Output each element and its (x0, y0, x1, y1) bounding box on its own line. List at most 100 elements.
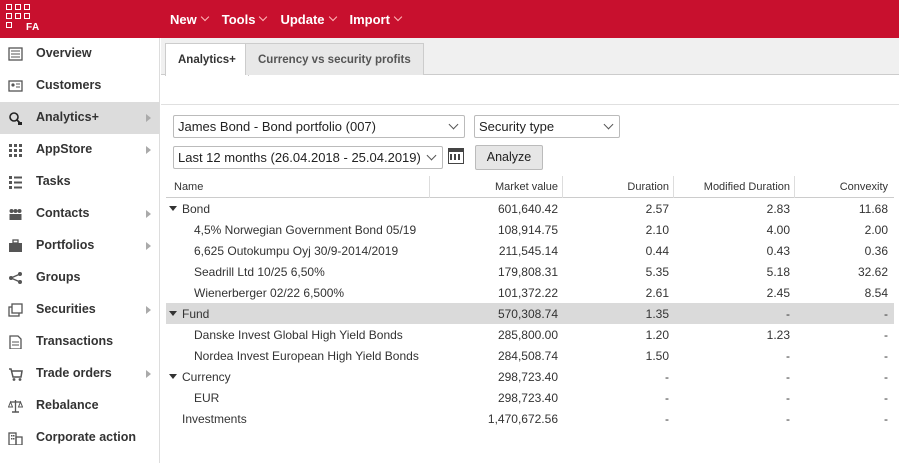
row-modified-duration: 0.43 (766, 244, 790, 258)
table-row[interactable]: EUR 298,723.40 - - - (166, 387, 894, 408)
row-duration: 2.57 (645, 202, 669, 216)
portfolio-select[interactable]: James Bond - Bond portfolio (007) (173, 115, 465, 138)
rebalance-icon (8, 400, 23, 413)
chevron-right-icon (146, 242, 151, 250)
transactions-icon (9, 335, 22, 349)
row-market-value: 1,470,672.56 (487, 412, 558, 426)
column-header-market-value[interactable]: Market value (495, 181, 558, 193)
sidebar-item-tasks[interactable]: Tasks (0, 166, 159, 198)
row-convexity: - (884, 349, 888, 363)
row-duration: 1.50 (645, 349, 669, 363)
table-group-row[interactable]: Fund 570,308.74 1.35 - - (166, 303, 894, 324)
groups-icon (9, 272, 22, 284)
tab-analytics-plus[interactable]: Analytics+ (165, 43, 249, 76)
column-header-name[interactable]: Name (174, 181, 203, 193)
menu-import-label: Import (349, 11, 390, 27)
column-header-convexity[interactable]: Convexity (840, 181, 888, 193)
expand-triangle-icon[interactable] (169, 311, 177, 316)
grouping-select[interactable]: Security type (474, 115, 620, 138)
expand-triangle-icon[interactable] (169, 374, 177, 379)
row-convexity: 0.36 (864, 244, 888, 258)
menu-tools[interactable]: Tools (222, 12, 268, 27)
sidebar-item-label: Rebalance (36, 398, 99, 412)
toolbar-divider (161, 104, 899, 105)
row-duration: 5.35 (645, 265, 669, 279)
sidebar-item-portfolios[interactable]: Portfolios (0, 230, 159, 262)
table-row[interactable]: Wienerberger 02/22 6,500% 101,372.22 2.61 2… (166, 282, 894, 303)
row-duration: - (665, 412, 669, 426)
chevron-down-icon (259, 12, 268, 22)
table-row[interactable]: Seadrill Ltd 10/25 6,50% 179,808.31 5.35 5.… (166, 261, 894, 282)
row-market-value: 298,723.40 (497, 370, 558, 384)
row-market-value: 101,372.22 (497, 286, 558, 300)
tab-currency-vs-security-profits[interactable]: Currency vs security profits (245, 43, 424, 75)
expand-triangle-icon[interactable] (169, 206, 177, 211)
menu-import[interactable]: Import (349, 11, 403, 27)
sidebar-item-securities[interactable]: Securities (0, 294, 159, 326)
row-name: EUR (194, 391, 220, 405)
table-row[interactable]: 4,5% Norwegian Government Bond 05/19 108,… (166, 219, 894, 240)
tab-analytics-plus-label: Analytics+ (178, 54, 236, 66)
sidebar-item-label: Transactions (36, 334, 114, 348)
row-convexity: 2.00 (864, 223, 888, 237)
tab-bar: Analytics+ Currency vs security profits (161, 38, 899, 76)
sidebar-item-rebalance[interactable]: Rebalance (0, 390, 159, 422)
row-duration: 1.35 (645, 307, 669, 321)
row-market-value: 570,308.74 (497, 307, 558, 321)
sidebar-item-overview[interactable]: Overview (0, 38, 159, 70)
chevron-right-icon (146, 210, 151, 218)
fa-logo[interactable]: FA (0, 0, 160, 38)
contacts-icon (9, 209, 22, 220)
sidebar: Overview Customers Analytics+ AppStore Tasks… (0, 38, 160, 463)
analytics-table: Name Market value Duration Modified Dura… (166, 176, 894, 429)
table-group-row[interactable]: Bond 601,640.42 2.57 2.83 11.68 (166, 198, 894, 219)
overview-icon (8, 47, 23, 61)
portfolio-select-value: James Bond - Bond portfolio (007) (178, 119, 376, 134)
table-group-row[interactable]: Investments 1,470,672.56 - - - (166, 408, 894, 429)
chevron-down-icon (393, 12, 403, 22)
sidebar-item-groups[interactable]: Groups (0, 262, 159, 294)
row-convexity: - (884, 328, 888, 342)
table-group-row[interactable]: Currency 298,723.40 - - - (166, 366, 894, 387)
row-duration: 2.61 (645, 286, 669, 300)
row-market-value: 179,808.31 (497, 265, 558, 279)
column-header-duration[interactable]: Duration (627, 181, 669, 193)
table-row[interactable]: Nordea Invest European High Yield Bonds 2… (166, 345, 894, 366)
sidebar-item-label: Contacts (36, 206, 90, 220)
menu-new[interactable]: New (170, 12, 209, 27)
row-name: Nordea Invest European High Yield Bonds (194, 349, 419, 363)
sidebar-item-customers[interactable]: Customers (0, 70, 159, 102)
table-row[interactable]: 6,625 Outokumpu Oyj 30/9-2014/2019 211,54… (166, 240, 894, 261)
sidebar-item-label: Analytics+ (36, 110, 99, 124)
sidebar-item-corporate-action[interactable]: Corporate action (0, 422, 159, 454)
sidebar-item-label: Overview (36, 46, 92, 60)
sidebar-item-label: Groups (36, 270, 81, 284)
sidebar-item-analytics[interactable]: Analytics+ (0, 102, 159, 134)
row-duration: 1.20 (645, 328, 669, 342)
trade-orders-icon (9, 368, 23, 381)
sidebar-item-appstore[interactable]: AppStore (0, 134, 159, 166)
securities-icon (8, 303, 23, 317)
row-convexity: 11.68 (858, 202, 888, 216)
row-name: Currency (182, 370, 231, 384)
top-bar: FA New Tools Update Import (0, 0, 899, 38)
row-modified-duration: 4.00 (766, 223, 790, 237)
row-name: Bond (182, 202, 211, 216)
menu-update[interactable]: Update (280, 12, 337, 27)
period-select[interactable]: Last 12 months (26.04.2018 - 25.04.2019) (173, 146, 443, 169)
sidebar-item-transactions[interactable]: Transactions (0, 326, 159, 358)
analyze-button[interactable]: Analyze (475, 145, 543, 170)
row-name: Fund (182, 307, 210, 321)
table-body: Bond 601,640.42 2.57 2.83 11.68 4,5% Norwegia… (166, 198, 894, 429)
sidebar-item-label: Corporate action (36, 430, 137, 444)
row-convexity: - (884, 412, 888, 426)
row-name: Investments (182, 412, 247, 426)
sidebar-item-contacts[interactable]: Contacts (0, 198, 159, 230)
table-header: Name Market value Duration Modified Dura… (166, 176, 894, 198)
row-duration: 2.10 (645, 223, 669, 237)
calendar-icon[interactable] (448, 148, 464, 164)
column-header-modified-duration[interactable]: Modified Duration (704, 181, 790, 193)
chevron-right-icon (146, 146, 151, 154)
sidebar-item-trade-orders[interactable]: Trade orders (0, 358, 159, 390)
table-row[interactable]: Danske Invest Global High Yield Bonds 285… (166, 324, 894, 345)
